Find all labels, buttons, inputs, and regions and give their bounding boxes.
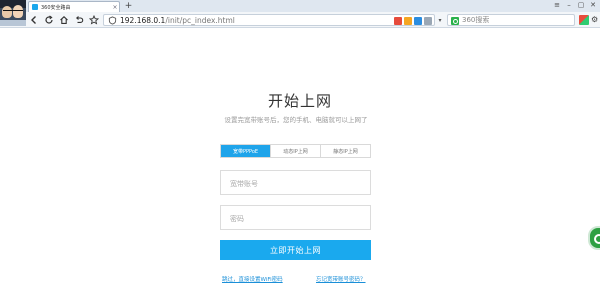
maximize-icon[interactable]: ▢	[576, 0, 586, 11]
tab-dynamic-ip[interactable]: 动态IP上网	[271, 145, 321, 157]
undo-button[interactable]	[73, 14, 85, 26]
tab-static-ip[interactable]: 静态IP上网	[321, 145, 370, 157]
account-input[interactable]	[221, 172, 370, 196]
minimize-icon[interactable]: –	[564, 0, 574, 11]
page-subtitle: 设置完宽带账号后，您的手机、电脑就可以上网了	[224, 116, 368, 124]
address-bar[interactable]: 192.168.0.1/init/pc_index.html	[103, 14, 435, 26]
skip-link[interactable]: 跳过，直接设置WiFi密码	[222, 275, 283, 283]
tab-pppoe[interactable]: 宽带PPPoE	[221, 145, 271, 157]
user-avatar[interactable]	[0, 0, 26, 26]
home-button[interactable]	[58, 14, 70, 26]
favicon-icon	[32, 4, 38, 10]
star-icon	[89, 15, 99, 25]
menu-icon[interactable]: ≡	[552, 0, 562, 11]
search-input[interactable]: 360搜索	[462, 15, 489, 26]
shield-icon	[108, 16, 117, 25]
bookmark-icon[interactable]	[404, 17, 412, 25]
page-body: 开始上网 设置完宽带账号后，您的手机、电脑就可以上网了 宽带PPPoE 动态IP…	[0, 29, 600, 298]
close-window-icon[interactable]: ✕	[588, 0, 598, 11]
connection-mode-tabs: 宽带PPPoE 动态IP上网 静态IP上网	[220, 144, 371, 158]
browser-tab[interactable]: 360安全路由 ×	[28, 1, 120, 12]
url-path: /init/pc_index.html	[165, 16, 235, 25]
dropdown-icon[interactable]: ▾	[436, 17, 444, 25]
account-field	[220, 170, 371, 196]
reader-icon[interactable]	[424, 17, 432, 25]
refresh-icon	[45, 15, 53, 24]
search-bar[interactable]: 360搜索	[447, 14, 575, 26]
translate-icon[interactable]	[394, 17, 402, 25]
extensions-icon[interactable]	[579, 15, 589, 25]
password-field	[220, 205, 371, 231]
shield-check-icon[interactable]	[414, 17, 422, 25]
floating-assistant-icon[interactable]	[588, 226, 600, 250]
new-tab-button[interactable]: +	[123, 1, 134, 12]
refresh-button[interactable]	[43, 14, 55, 26]
back-button[interactable]	[28, 14, 40, 26]
avatar-glasses	[3, 10, 23, 13]
settings-icon[interactable]: ⚙	[591, 15, 600, 25]
url-host: 192.168.0.1	[120, 16, 166, 25]
avatar-shirt	[0, 20, 26, 26]
back-icon	[31, 16, 36, 24]
search-engine-icon	[451, 17, 459, 25]
page-title: 开始上网	[267, 92, 332, 110]
start-internet-button[interactable]: 立即开始上网	[220, 240, 371, 260]
undo-icon	[75, 16, 84, 23]
password-input[interactable]	[221, 207, 370, 231]
favorite-button[interactable]	[88, 14, 100, 26]
close-tab-icon[interactable]: ×	[111, 4, 119, 11]
home-icon	[60, 16, 68, 24]
forgot-account-link[interactable]: 忘记宽带账号密码？	[316, 275, 366, 283]
tab-title: 360安全路由	[41, 4, 71, 11]
url-text: 192.168.0.1/init/pc_index.html	[120, 15, 235, 26]
